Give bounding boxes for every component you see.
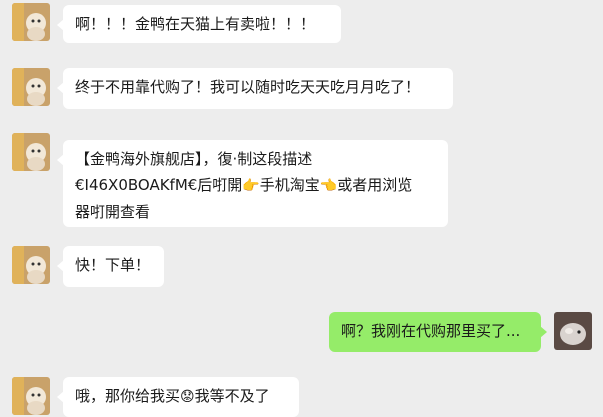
sender-avatar[interactable] — [12, 377, 50, 415]
sender-avatar[interactable] — [12, 3, 50, 41]
message-text-line-1: 【金鸭海外旗舰店】，復·制这段描述 — [75, 150, 313, 168]
message-text-browser: 或者用浏览 — [337, 176, 413, 194]
hand-pointing-right-emoji-icon: 👉 — [242, 177, 260, 194]
message-text: 终于不用靠代购了！我可以随时吃天天吃月月吃了！ — [75, 78, 421, 96]
message-text: 啊！！！金鸭在天猫上有卖啦！！！ — [75, 15, 316, 33]
message-text-line-2: €I46X0BOAKfM€后咑開👉手机淘宝👈或者用浏览 — [75, 172, 436, 199]
self-avatar[interactable] — [554, 312, 592, 350]
message-text-pre: 哦，那你给我买 — [75, 387, 181, 405]
message-bubble[interactable]: 啊？我刚在代购那里买了... — [329, 312, 547, 352]
message-text-line-3: 器咑開查看 — [75, 202, 151, 221]
message-text-app: 手机淘宝 — [259, 176, 320, 194]
hand-pointing-left-emoji-icon: 👈 — [319, 177, 338, 194]
message-text: 快！下单！ — [75, 256, 151, 274]
message-bubble[interactable]: 哦，那你给我买😟我等不及了 — [57, 377, 299, 417]
chat-window: 啊！！！金鸭在天猫上有卖啦！！！ 终于不用靠代购了！我可以随时吃天天吃月月吃了！ — [0, 0, 603, 417]
message-bubble[interactable]: 快！下单！ — [57, 246, 164, 287]
message-text-post: 我等不及了 — [194, 387, 270, 405]
message-bubble[interactable]: 【金鸭海外旗舰店】，復·制这段描述 €I46X0BOAKfM€后咑開👉手机淘宝👈… — [57, 140, 448, 227]
worried-face-emoji-icon: 😟 — [180, 388, 195, 405]
message-bubble[interactable]: 啊！！！金鸭在天猫上有卖啦！！！ — [57, 5, 341, 43]
message-bubble[interactable]: 终于不用靠代购了！我可以随时吃天天吃月月吃了！ — [57, 68, 453, 109]
sender-avatar[interactable] — [12, 246, 50, 284]
sender-avatar[interactable] — [12, 68, 50, 106]
message-text-code: €I46X0BOAKfM€后咑開 — [75, 176, 243, 194]
sender-avatar[interactable] — [12, 133, 50, 171]
message-text: 啊？我刚在代购那里买了... — [341, 322, 521, 340]
